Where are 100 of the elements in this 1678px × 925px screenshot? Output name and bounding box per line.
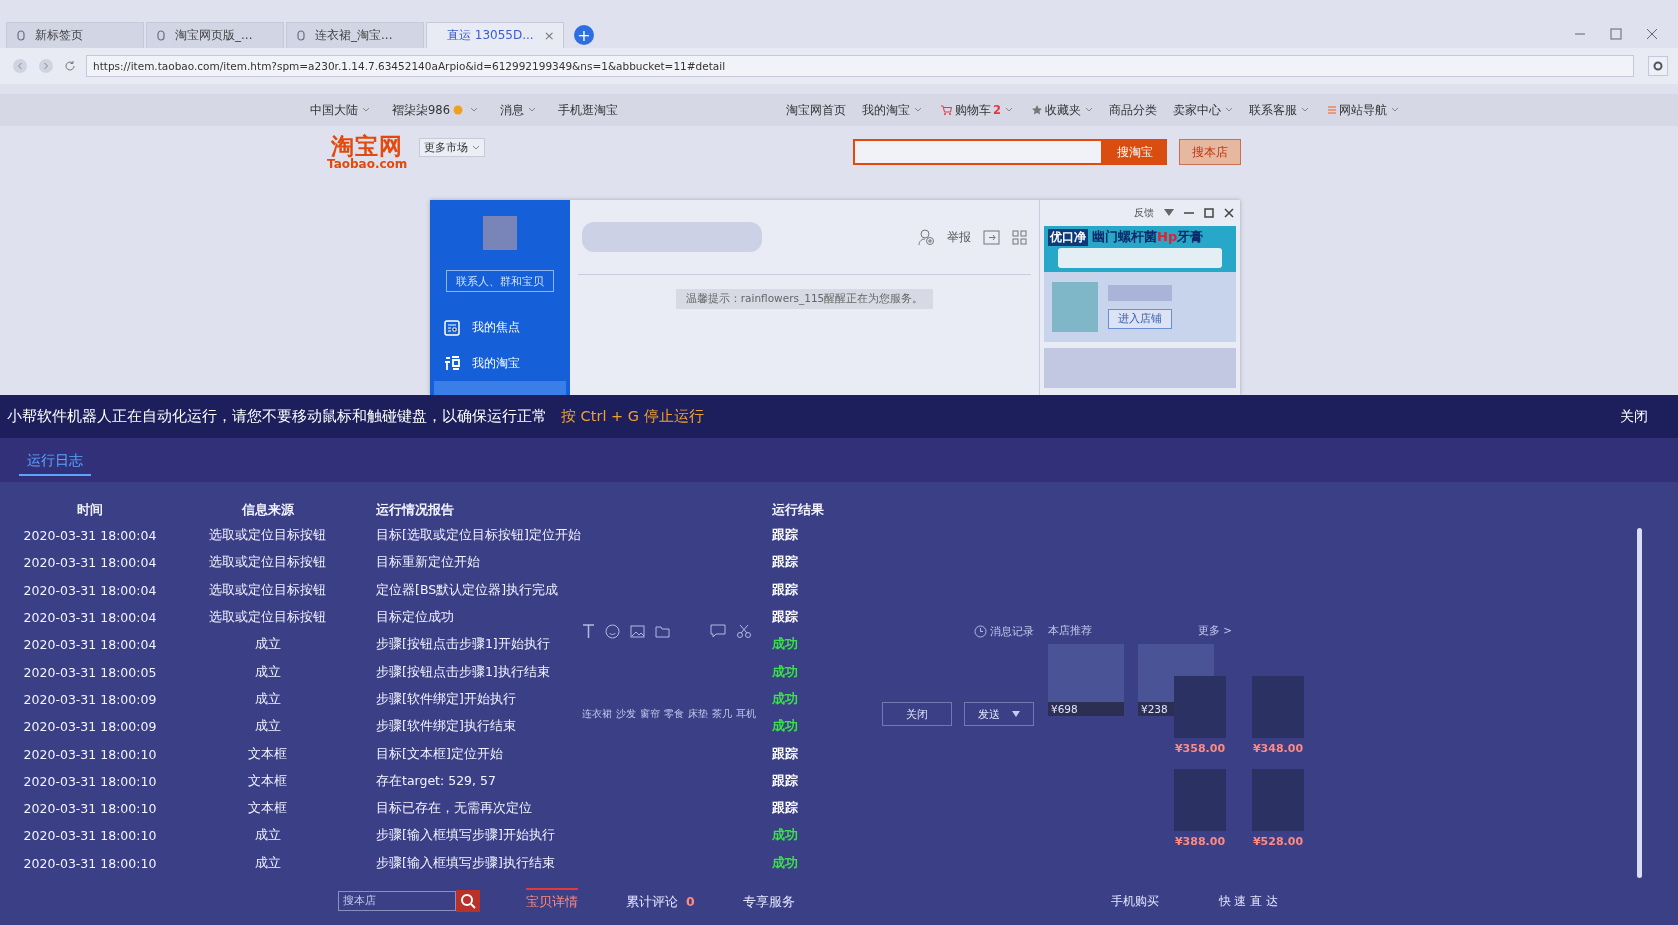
site-nav-link[interactable]: 中国大陆 bbox=[310, 102, 370, 118]
table-cell-text: 文本框 bbox=[247, 745, 288, 763]
search-button[interactable]: 搜淘宝 bbox=[1103, 139, 1167, 165]
mobile-buy-link[interactable]: 手机购买 bbox=[1110, 892, 1159, 910]
site-nav-link[interactable]: 淘宝网首页 bbox=[785, 102, 846, 118]
table-cell: 成功 bbox=[772, 718, 798, 736]
detail-tab[interactable]: 宝贝详情 bbox=[526, 887, 578, 915]
site-nav-link[interactable]: 联系客服 bbox=[1248, 102, 1309, 118]
table-cell-text: 目标[文本框]定位开始 bbox=[375, 745, 504, 763]
table-cell-text: 成立 bbox=[253, 827, 282, 845]
product-price: ¥388.00 bbox=[1174, 835, 1226, 848]
message-history-link[interactable]: 消息记录 bbox=[971, 623, 1034, 639]
site-nav-link[interactable]: 网站导航 bbox=[1324, 102, 1399, 118]
table-cell: 成功 bbox=[772, 636, 798, 654]
table-cell-text: 目标定位成功 bbox=[375, 609, 455, 627]
table-cell-text: 2020-03-31 18:00:04 bbox=[22, 637, 158, 653]
column-header: 信息来源 bbox=[240, 501, 295, 519]
table-cell-text: 步骤[输入框填写步骤]开始执行 bbox=[375, 827, 556, 845]
quick-word-link[interactable]: 窗帘 bbox=[640, 707, 660, 721]
quick-word-link[interactable]: 沙发 bbox=[616, 707, 636, 721]
site-nav-link[interactable]: 卖家中心 bbox=[1172, 102, 1233, 118]
stop-hint: 按 Ctrl + G 停止运行 bbox=[561, 407, 704, 426]
new-tab-button[interactable]: + bbox=[574, 25, 594, 45]
address-field[interactable]: https://item.taobao.com/item.htm?spm=a230r.1.14.7.63452140aArpio&id=612992199349&ns=1&abbucket=11#detail bbox=[86, 55, 1634, 77]
close-button[interactable]: 关闭 bbox=[882, 702, 952, 726]
quick-word-link[interactable]: 茶几 bbox=[712, 707, 732, 721]
service-notice: 温馨提示：rainflowers_115醒醒正在为您服务。 bbox=[675, 289, 934, 309]
table-cell: 成功 bbox=[772, 690, 798, 708]
column-header: 时间 bbox=[76, 501, 104, 519]
tab-close-button[interactable]: × bbox=[543, 28, 555, 43]
site-nav-link[interactable]: 商品分类 bbox=[1108, 102, 1157, 118]
table-cell-text: 选取或定位目标按钮 bbox=[208, 609, 327, 627]
recommend-title: 本店推荐 bbox=[1048, 624, 1092, 638]
column-header: 运行结果 bbox=[772, 501, 824, 519]
table-cell-text: 2020-03-31 18:00:04 bbox=[22, 555, 158, 571]
product-price: ¥348.00 bbox=[1252, 742, 1304, 755]
detail-tab[interactable]: 累计评论 0 bbox=[626, 887, 695, 915]
table-cell-text: 成立 bbox=[253, 663, 282, 681]
quick-word-link[interactable]: 床垫 bbox=[688, 707, 708, 721]
send-button[interactable]: 发送 bbox=[964, 702, 1034, 726]
table-cell-text: 2020-03-31 18:00:09 bbox=[22, 691, 158, 707]
table-cell: 跟踪 bbox=[772, 745, 798, 763]
table-cell-text: 步骤[按钮点击步骤1]开始执行 bbox=[375, 636, 551, 654]
table-cell: 跟踪 bbox=[772, 581, 798, 599]
table-cell-text: 2020-03-31 18:00:10 bbox=[22, 828, 158, 844]
browser-tab[interactable]: 新标签页 bbox=[6, 22, 144, 48]
table-cell-text: 2020-03-31 18:00:10 bbox=[22, 801, 158, 817]
product-card[interactable]: ¥698 bbox=[1048, 644, 1124, 716]
site-nav-link[interactable]: 我的淘宝 bbox=[861, 102, 922, 118]
quick-nav-link[interactable]: 快 速 直 达 bbox=[1218, 892, 1278, 910]
table-cell-text: 2020-03-31 18:00:09 bbox=[22, 719, 158, 735]
report-button[interactable]: 举报 bbox=[947, 228, 971, 246]
column-header: 运行情况报告 bbox=[375, 501, 455, 519]
quick-word-link[interactable]: 耳机 bbox=[736, 707, 756, 721]
table-cell-text: 2020-03-31 18:00:10 bbox=[22, 773, 158, 789]
table-cell-text: 目标[选取或定位目标按钮]定位开始 bbox=[375, 527, 582, 545]
table-cell: 跟踪 bbox=[772, 800, 798, 818]
browser-tab[interactable]: 连衣裙_淘宝... bbox=[286, 22, 424, 48]
table-cell-text: 2020-03-31 18:00:04 bbox=[22, 528, 158, 544]
table-cell-text: 步骤[软件绑定]开始执行 bbox=[375, 690, 517, 708]
more-link[interactable]: 更多 > bbox=[1197, 624, 1232, 638]
table-cell: 跟踪 bbox=[772, 772, 798, 790]
table-cell-text: 目标重新定位开始 bbox=[375, 554, 481, 572]
browser-tab[interactable]: 直运 13055D... × bbox=[426, 22, 564, 48]
contact-search-field[interactable]: 联系人、群和宝贝 bbox=[446, 269, 554, 292]
table-cell: 成功 bbox=[772, 854, 798, 872]
ad-banner[interactable]: 优口净 幽门螺杆菌Hp牙膏 bbox=[1044, 226, 1236, 272]
table-cell-text: 文本框 bbox=[247, 772, 288, 790]
site-nav-link[interactable]: 消息 bbox=[499, 102, 536, 118]
browser-tab[interactable]: 淘宝网页版_... bbox=[146, 22, 284, 48]
quick-word-link[interactable]: 零食 bbox=[664, 707, 684, 721]
table-cell-text: 步骤[输入框填写步骤]执行结束 bbox=[375, 854, 556, 872]
table-cell: 跟踪 bbox=[772, 554, 798, 572]
shop-search-field[interactable]: 搜本店 bbox=[338, 891, 456, 911]
table-cell-text: 2020-03-31 18:00:10 bbox=[22, 746, 158, 762]
table-cell-text: 存在target: 529, 57 bbox=[375, 772, 497, 790]
chat-nav-item[interactable]: 我的淘宝 bbox=[430, 345, 570, 382]
table-cell-text: 文本框 bbox=[247, 800, 288, 818]
site-nav-link[interactable]: 收藏夹 bbox=[1028, 102, 1093, 118]
site-nav-link[interactable]: 手机逛淘宝 bbox=[557, 102, 618, 118]
site-nav-link[interactable]: 褶柒柒986 bbox=[392, 102, 478, 118]
enter-shop-button[interactable]: 进入店铺 bbox=[1108, 309, 1172, 329]
log-tab[interactable]: 运行日志 bbox=[19, 452, 91, 476]
product-price: ¥528.00 bbox=[1252, 835, 1304, 848]
table-cell: 跟踪 bbox=[772, 609, 798, 627]
table-cell-text: 2020-03-31 18:00:04 bbox=[22, 582, 158, 598]
table-cell-text: 目标已存在，无需再次定位 bbox=[375, 800, 533, 818]
table-cell-text: 选取或定位目标按钮 bbox=[208, 527, 327, 545]
table-cell-text: 选取或定位目标按钮 bbox=[208, 581, 327, 599]
table-cell-text: 成立 bbox=[253, 854, 282, 872]
quick-word-link[interactable]: 连衣裙 bbox=[582, 707, 612, 721]
detail-tab[interactable]: 专享服务 bbox=[742, 887, 795, 915]
table-cell: 成功 bbox=[772, 827, 798, 845]
chat-nav-item[interactable]: 我的焦点 bbox=[430, 309, 570, 346]
market-dropdown[interactable]: 更多市场 bbox=[419, 138, 486, 157]
table-cell-text: 成立 bbox=[253, 636, 282, 654]
close-button[interactable]: 关闭 bbox=[1620, 407, 1648, 426]
product-price: ¥358.00 bbox=[1174, 742, 1226, 755]
feedback-link[interactable]: 反馈 bbox=[1134, 206, 1154, 220]
site-nav-link[interactable]: 购物车 2 bbox=[937, 102, 1013, 118]
